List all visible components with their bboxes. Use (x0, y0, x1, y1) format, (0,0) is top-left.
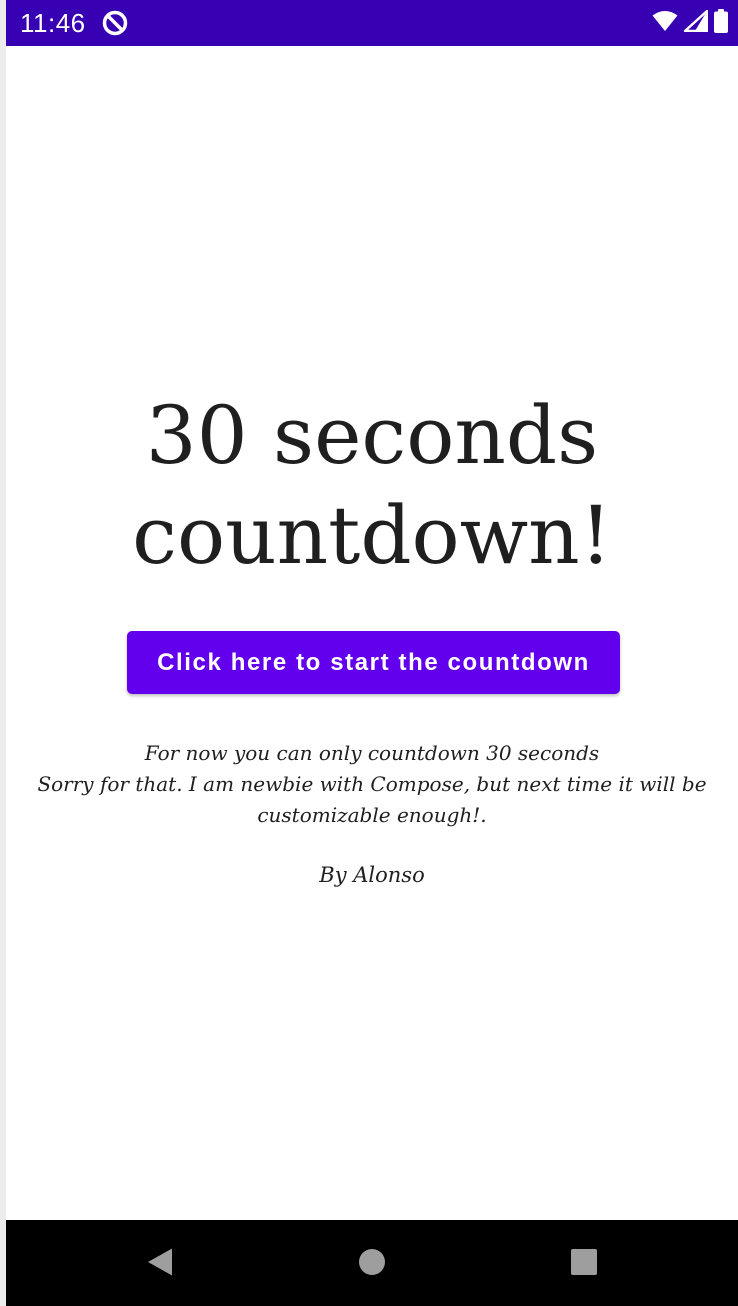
note-line-3: customizable enough!. (257, 803, 487, 827)
back-icon (146, 1247, 174, 1281)
page-title: 30 seconds countdown! (6, 386, 738, 586)
info-note: For now you can only countdown 30 second… (36, 738, 708, 831)
note-line-2: Sorry for that. I am newbie with Compose… (37, 772, 707, 796)
home-icon (358, 1248, 386, 1280)
status-time: 11:46 (20, 8, 86, 38)
recents-button[interactable] (562, 1242, 606, 1286)
status-bar: 11:46 (6, 0, 738, 46)
navigation-bar (6, 1220, 738, 1306)
note-line-1: For now you can only countdown 30 second… (144, 741, 600, 765)
start-countdown-button[interactable]: Click here to start the countdown (127, 631, 620, 694)
main-content: 30 seconds countdown! Click here to star… (6, 46, 738, 1220)
headline-line-1: 30 seconds (145, 389, 599, 482)
battery-icon (714, 9, 728, 37)
headline-line-2: countdown! (132, 489, 612, 582)
app-screen: 11:46 30 seconds countdown! Click here t… (6, 0, 738, 1306)
home-button[interactable] (350, 1242, 394, 1286)
status-icons (652, 9, 728, 37)
author-credit: By Alonso (319, 863, 425, 887)
signal-icon (683, 9, 709, 36)
back-button[interactable] (138, 1242, 182, 1286)
app-notification-icon (102, 10, 128, 36)
wifi-icon (652, 10, 678, 36)
recents-icon (570, 1248, 598, 1280)
